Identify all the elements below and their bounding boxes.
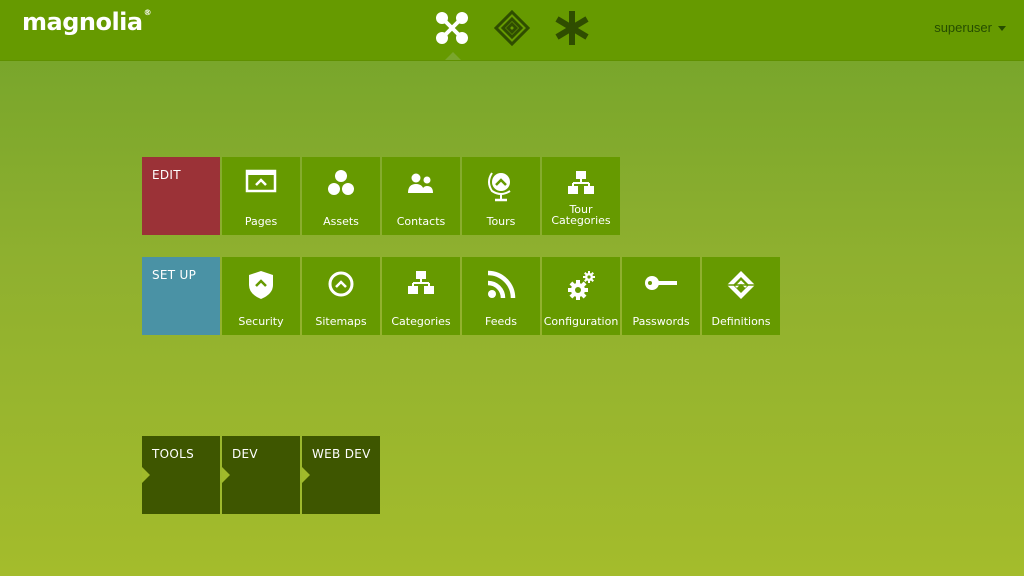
magnolia-logo[interactable]: magnolia® — [22, 8, 152, 36]
gear-icon — [542, 269, 620, 303]
user-menu[interactable]: superuser — [934, 20, 1006, 35]
group-edit: EDIT — [142, 157, 220, 235]
group-dev-label: DEV — [232, 447, 258, 461]
app-label: Categories — [391, 315, 451, 328]
definitions-icon — [702, 269, 780, 303]
group-setup: SET UP — [142, 257, 220, 335]
app-passwords[interactable]: Passwords — [622, 257, 700, 335]
contacts-icon — [382, 169, 460, 203]
app-label: Definitions — [711, 315, 771, 328]
app-assets[interactable]: Assets — [302, 157, 380, 235]
pages-icon — [222, 169, 300, 203]
app-tours[interactable]: Tours — [462, 157, 540, 235]
tour-categories-icon — [542, 169, 620, 203]
active-nav-pointer — [445, 52, 461, 60]
app-label: Feeds — [485, 315, 517, 328]
key-icon — [622, 269, 700, 303]
assets-icon — [302, 169, 380, 203]
app-label: Sitemaps — [315, 315, 367, 328]
apps-launcher-icon[interactable] — [434, 10, 470, 46]
security-icon — [222, 269, 300, 303]
app-label: Contacts — [396, 215, 446, 228]
favorites-icon[interactable] — [554, 10, 590, 46]
app-pages[interactable]: Pages — [222, 157, 300, 235]
app-label: Configuration — [543, 315, 619, 328]
group-setup-label: SET UP — [152, 268, 197, 282]
app-label: Pages — [244, 215, 278, 228]
app-feeds[interactable]: Feeds — [462, 257, 540, 335]
logo-mark: ® — [143, 8, 152, 17]
group-edit-label: EDIT — [152, 168, 181, 182]
tours-icon — [462, 169, 540, 203]
app-tour-categories[interactable]: Tour Categories — [542, 157, 620, 235]
expand-arrow-icon — [222, 467, 230, 483]
sitemaps-icon — [302, 269, 380, 303]
app-categories[interactable]: Categories — [382, 257, 460, 335]
app-label-line2: Categories — [551, 214, 611, 227]
top-bar: magnolia® superuser — [0, 0, 1024, 61]
app-configuration[interactable]: Configuration — [542, 257, 620, 335]
expand-arrow-icon — [302, 467, 310, 483]
group-web-dev[interactable]: WEB DEV — [302, 436, 380, 514]
app-label: Assets — [323, 215, 359, 228]
group-tools[interactable]: TOOLS — [142, 436, 220, 514]
rss-icon — [462, 269, 540, 303]
app-label: Tour Categories — [542, 204, 620, 226]
username: superuser — [934, 20, 992, 35]
expand-arrow-icon — [142, 467, 150, 483]
app-label: Passwords — [632, 315, 690, 328]
app-contacts[interactable]: Contacts — [382, 157, 460, 235]
app-security[interactable]: Security — [222, 257, 300, 335]
app-label: Security — [238, 315, 284, 328]
app-label: Tours — [486, 215, 516, 228]
group-dev[interactable]: DEV — [222, 436, 300, 514]
group-tools-label: TOOLS — [152, 447, 195, 461]
app-sitemaps[interactable]: Sitemaps — [302, 257, 380, 335]
group-web-dev-label: WEB DEV — [312, 447, 371, 461]
chevron-down-icon — [998, 26, 1006, 32]
pulse-icon[interactable] — [493, 9, 531, 47]
categories-icon — [382, 269, 460, 303]
app-definitions[interactable]: Definitions — [702, 257, 780, 335]
logo-text: magnolia — [22, 8, 143, 36]
